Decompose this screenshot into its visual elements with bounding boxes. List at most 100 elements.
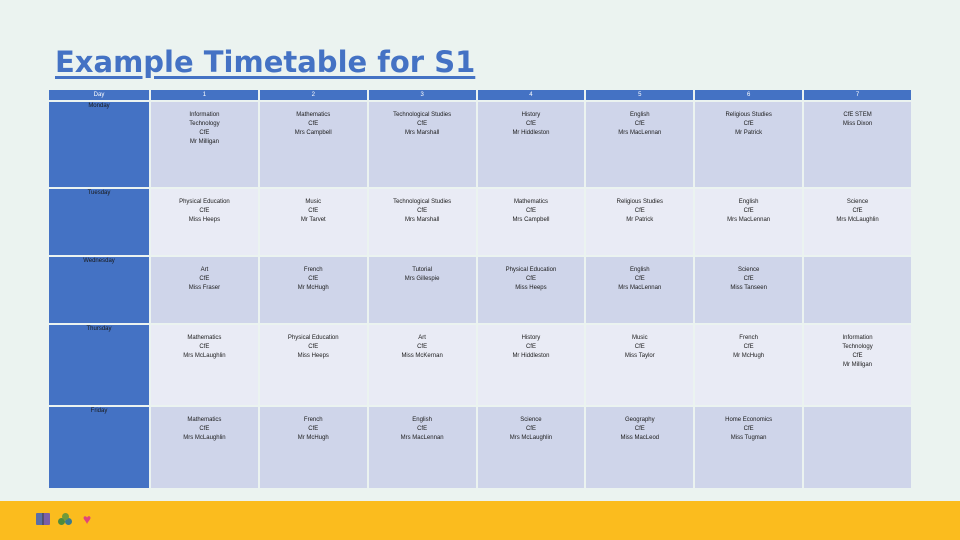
lesson-line: Mrs McLaughlin bbox=[836, 217, 879, 223]
lesson-cell: Art CfE Miss McKernan bbox=[368, 325, 476, 405]
lesson-line: Physical Education bbox=[505, 267, 557, 273]
lesson-line: CfE bbox=[525, 344, 536, 350]
lesson-line: Mrs MacLennan bbox=[618, 285, 662, 291]
lesson-cell: English CfE Mrs MacLennan bbox=[586, 102, 694, 187]
lesson-line: CfE bbox=[199, 344, 210, 350]
lesson-line: CfE bbox=[525, 121, 536, 127]
lesson-line: Mr McHugh bbox=[297, 435, 329, 441]
lesson-cell: History CfE Mr Hiddleston bbox=[477, 325, 585, 405]
lesson-line: French bbox=[303, 267, 323, 273]
lesson-cell: Religious Studies CfE Mr Patrick bbox=[586, 189, 694, 255]
lesson-line: CfE bbox=[199, 426, 210, 432]
lesson-cell: Geography CfE Miss MacLeod bbox=[586, 407, 694, 488]
lesson-line: CfE bbox=[634, 121, 645, 127]
lesson-line: Mrs MacLennan bbox=[618, 130, 662, 136]
table-row: Tuesday Physical Education CfE Miss Heeps Mu… bbox=[49, 189, 911, 255]
lesson-line: CfE STEM bbox=[843, 112, 872, 118]
lesson-cell: Science CfE Mrs McLaughlin bbox=[804, 189, 911, 255]
lesson-line: Science bbox=[520, 417, 542, 423]
header-period-7: 7 bbox=[804, 90, 911, 100]
lesson-cell: Physical Education CfE Miss Heeps bbox=[259, 325, 367, 405]
day-label: Tuesday bbox=[49, 189, 149, 255]
lesson-line: Science bbox=[846, 199, 869, 205]
lesson-line: Mr McHugh bbox=[297, 285, 329, 291]
lesson-cell: Mathematics CfE Mrs Campbell bbox=[259, 102, 367, 187]
lesson-line: CfE bbox=[199, 208, 210, 214]
lesson-line: Mathematics bbox=[513, 199, 548, 205]
lesson-cell: French CfE Mr McHugh bbox=[259, 407, 367, 488]
header-period-4: 4 bbox=[477, 90, 585, 100]
lesson-line: Religious Studies bbox=[725, 112, 772, 118]
lesson-line: Mrs Marshall bbox=[404, 217, 440, 223]
lesson-line: Technology bbox=[189, 121, 220, 127]
day-label: Thursday bbox=[49, 325, 149, 405]
lesson-line: Mr Patrick bbox=[735, 130, 763, 136]
lesson-line: CfE bbox=[852, 353, 863, 359]
lesson-line: Mathematics bbox=[187, 335, 222, 341]
lesson-line: Mrs Campbell bbox=[512, 217, 550, 223]
lesson-cell: Home Economics CfE Miss Tugman bbox=[695, 407, 803, 488]
lesson-line: CfE bbox=[525, 276, 536, 282]
lesson-line: Music bbox=[305, 199, 322, 205]
table-row: Wednesday Art CfE Miss Fraser French CfE Mr Mc… bbox=[49, 257, 911, 323]
lesson-line: Miss Tanseen bbox=[730, 285, 767, 291]
lesson-cell: Science CfE Mrs McLaughlin bbox=[477, 407, 585, 488]
lesson-cell: Music CfE Mr Tarvet bbox=[259, 189, 367, 255]
lesson-line: Art bbox=[200, 267, 209, 273]
lesson-line: CfE bbox=[417, 208, 428, 214]
lesson-cell: French CfE Mr McHugh bbox=[695, 325, 803, 405]
lesson-line: CfE bbox=[417, 121, 428, 127]
header-period-6: 6 bbox=[695, 90, 803, 100]
lesson-line: Miss Heeps bbox=[188, 217, 221, 223]
lesson-line: CfE bbox=[417, 426, 428, 432]
lesson-line: Mr Hiddleston bbox=[512, 130, 550, 136]
lesson-line: Miss MacLeod bbox=[620, 435, 660, 441]
page-title: Example Timetable for S1 bbox=[55, 45, 476, 79]
lesson-line: Music bbox=[631, 335, 648, 341]
header-day: Day bbox=[49, 90, 149, 100]
lesson-line: CfE bbox=[743, 426, 754, 432]
lesson-line: Technology bbox=[842, 344, 873, 350]
lesson-line: Mathematics bbox=[296, 112, 331, 118]
lesson-cell: Physical Education CfE Miss Heeps bbox=[477, 257, 585, 323]
header-period-5: 5 bbox=[586, 90, 694, 100]
lesson-line: Information bbox=[189, 112, 220, 118]
lesson-line: Miss Tugman bbox=[730, 435, 767, 441]
lesson-line: Miss Fraser bbox=[188, 285, 221, 291]
lesson-line: Technological Studies bbox=[393, 112, 452, 118]
lesson-line: Miss Heeps bbox=[515, 285, 547, 291]
lesson-cell: Technological Studies CfE Mrs Marshall bbox=[368, 189, 476, 255]
lesson-line: CfE bbox=[743, 276, 754, 282]
lesson-line: Mrs Gillespie bbox=[404, 276, 440, 282]
heart-icon: ♥ bbox=[82, 511, 92, 527]
lesson-line: Geography bbox=[624, 417, 655, 423]
lesson-line: Mrs MacLennan bbox=[727, 217, 771, 223]
lesson-cell bbox=[804, 407, 911, 488]
lesson-cell: Information Technology CfE Mr Milligan bbox=[804, 325, 911, 405]
lesson-cell: Tutorial Mrs Gillespie bbox=[368, 257, 476, 323]
lesson-line: French bbox=[303, 417, 323, 423]
table-row: Monday Information Technology CfE Mr Milliga… bbox=[49, 102, 911, 187]
header-period-3: 3 bbox=[368, 90, 476, 100]
lesson-line: Religious Studies bbox=[616, 199, 663, 205]
lesson-line: CfE bbox=[743, 121, 754, 127]
lesson-cell: Mathematics CfE Mrs Campbell bbox=[477, 189, 585, 255]
lesson-line: Mr Milligan bbox=[843, 362, 873, 368]
lesson-cell: English CfE Mrs MacLennan bbox=[586, 257, 694, 323]
lesson-cell: Physical Education CfE Miss Heeps bbox=[151, 189, 258, 255]
footer-bar: ♥ bbox=[0, 501, 960, 540]
lesson-line: Mrs McLaughlin bbox=[183, 353, 226, 359]
people-icon bbox=[58, 513, 72, 525]
day-label: Friday bbox=[49, 407, 149, 488]
lesson-line: CfE bbox=[634, 208, 645, 214]
header-period-2: 2 bbox=[259, 90, 367, 100]
lesson-line: CfE bbox=[634, 426, 645, 432]
lesson-line: CfE bbox=[199, 276, 210, 282]
lesson-line: CfE bbox=[634, 344, 645, 350]
lesson-line: Mr Hiddleston bbox=[512, 353, 550, 359]
lesson-line: Art bbox=[418, 335, 426, 341]
timetable: Day 1 2 3 4 5 6 7 Monday Information Techn… bbox=[47, 88, 913, 490]
lesson-cell: CfE STEM Miss Dixon bbox=[804, 102, 911, 187]
lesson-line: Mrs MacLennan bbox=[400, 435, 444, 441]
lesson-line: Miss Heeps bbox=[297, 353, 329, 359]
